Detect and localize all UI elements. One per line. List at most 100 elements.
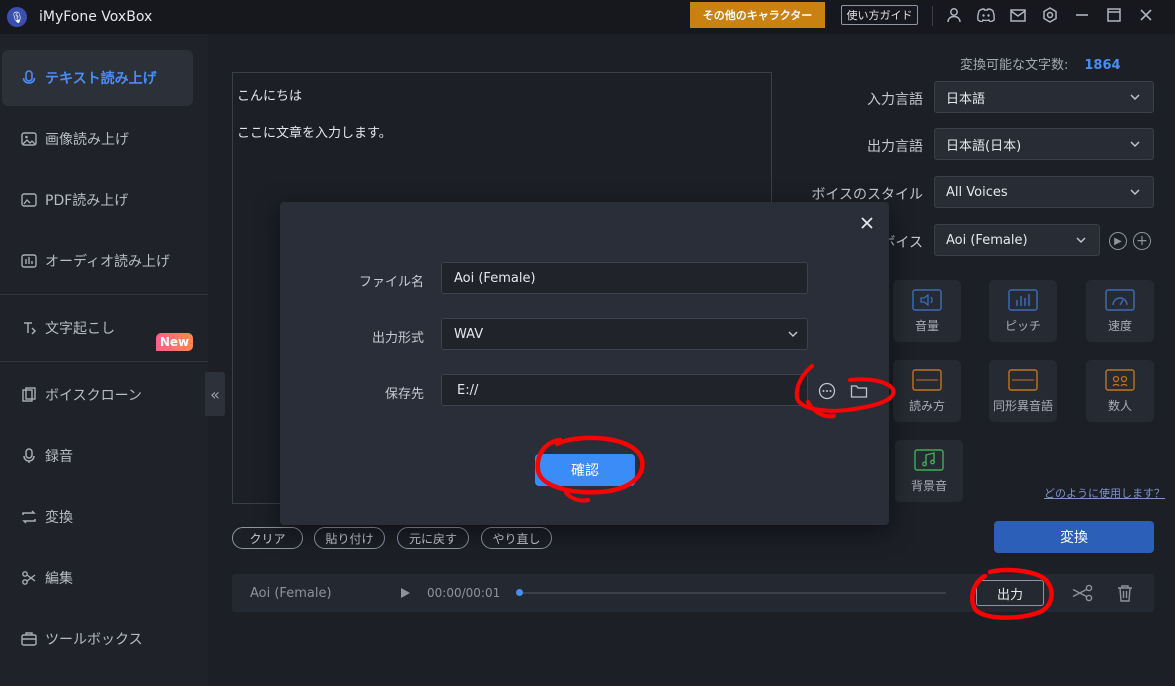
sidebar-item-pdf-reading[interactable]: PDF読み上げ <box>0 172 208 228</box>
sidebar-item-edit[interactable]: 編集 <box>0 550 208 606</box>
editor-line: こんにちは <box>237 89 303 104</box>
tile-reading[interactable]: 読み方 <box>893 360 961 422</box>
microphone-icon <box>20 448 37 465</box>
voice-select[interactable]: Aoi (Female) <box>934 224 1100 256</box>
user-icon[interactable] <box>943 4 965 26</box>
save-location-label: 保存先 <box>384 387 424 402</box>
export-dialog: ファイル名 Aoi (Female) 出力形式 WAV 保存先 E:// 確認 <box>280 202 889 525</box>
character-counter: 変換可能な文字数: 1864 <box>960 54 1121 73</box>
sidebar-item-text-to-speech[interactable]: テキスト読み上げ <box>2 50 193 106</box>
preview-play-icon[interactable]: ▶ <box>1109 232 1127 250</box>
voice-clone-icon <box>20 387 37 404</box>
convert-button[interactable]: 変換 <box>994 521 1154 553</box>
tile-label: 読み方 <box>908 398 945 413</box>
undo-button[interactable]: 元に戻す <box>397 527 469 549</box>
save-location-input[interactable]: E:// <box>441 374 808 406</box>
export-button[interactable]: 出力 <box>976 580 1044 606</box>
app-title: iMyFone VoxBox <box>39 9 153 25</box>
tile-background-music[interactable]: 背景音 <box>895 440 963 502</box>
more-options-icon[interactable] <box>818 382 836 400</box>
sidebar-item-toolbox[interactable]: ツールボックス <box>0 611 208 667</box>
number-icon <box>1105 368 1135 391</box>
counter-label: 変換可能な文字数: <box>960 58 1069 73</box>
music-icon <box>914 448 944 471</box>
progress-handle[interactable] <box>516 589 523 596</box>
minimize-icon[interactable] <box>1071 4 1093 26</box>
guide-button[interactable]: 使い方ガイド <box>841 5 918 25</box>
sidebar-item-recording[interactable]: 録音 <box>0 428 208 484</box>
maximize-icon[interactable] <box>1103 4 1125 26</box>
how-to-use-link[interactable]: どのように使用します？ <box>1044 485 1165 501</box>
sidebar-divider <box>0 294 208 295</box>
convert-icon <box>20 509 37 526</box>
sidebar-item-label: 変換 <box>45 510 73 526</box>
voice-style-value: All Voices <box>946 184 1008 200</box>
folder-icon[interactable] <box>850 382 868 400</box>
reading-icon <box>912 368 942 391</box>
new-badge: New <box>156 333 193 351</box>
image-icon <box>20 131 37 148</box>
voice-value: Aoi (Female) <box>946 232 1028 248</box>
voice-style-select[interactable]: All Voices <box>934 176 1154 208</box>
tile-homograph[interactable]: 同形異音語 <box>989 360 1057 422</box>
chevron-down-icon <box>1130 94 1140 101</box>
tile-pitch[interactable]: ピッチ <box>989 280 1057 342</box>
progress-track[interactable] <box>520 592 946 594</box>
player-voice-name: Aoi (Female) <box>250 586 332 601</box>
format-select[interactable]: WAV <box>441 318 808 350</box>
sidebar-item-label: PDF読み上げ <box>45 193 129 209</box>
mail-icon[interactable] <box>1007 4 1029 26</box>
pitch-icon <box>1008 288 1038 311</box>
scissors-icon <box>20 570 37 587</box>
close-icon[interactable] <box>1135 4 1157 26</box>
editor-line: ここに文章を入力します。 <box>237 126 392 141</box>
tile-label: 速度 <box>1107 318 1132 333</box>
sidebar-item-audio-reading[interactable]: オーディオ読み上げ <box>0 233 208 289</box>
sidebar-item-label: オーディオ読み上げ <box>45 254 171 270</box>
chevron-down-icon <box>1076 237 1086 244</box>
sidebar-item-label: テキスト読み上げ <box>45 71 157 87</box>
file-name-input[interactable]: Aoi (Female) <box>441 262 808 294</box>
paste-button[interactable]: 貼り付け <box>314 527 385 549</box>
double-chevron-left-icon: « <box>210 384 220 404</box>
sidebar-item-voice-clone[interactable]: ボイスクローン <box>0 367 208 423</box>
tile-speed[interactable]: 速度 <box>1086 280 1154 342</box>
save-location-value: E:// <box>457 382 479 398</box>
volume-icon <box>912 288 942 311</box>
sidebar-item-convert[interactable]: 変換 <box>0 489 208 545</box>
sidebar-divider <box>0 361 208 362</box>
output-language-label: 出力言語 <box>867 139 923 155</box>
trash-icon[interactable] <box>1117 584 1135 602</box>
discord-icon[interactable] <box>975 4 997 26</box>
collapse-sidebar-button[interactable]: « <box>205 372 225 416</box>
audio-file-icon <box>20 253 37 270</box>
add-voice-icon[interactable]: + <box>1133 232 1151 250</box>
output-language-select[interactable]: 日本語(日本) <box>934 128 1154 160</box>
titlebar-divider <box>932 6 933 26</box>
settings-icon[interactable] <box>1039 4 1061 26</box>
sidebar-item-label: ボイスクローン <box>45 388 142 404</box>
file-name-value: Aoi (Female) <box>454 270 536 286</box>
play-icon[interactable] <box>400 587 411 599</box>
redo-button[interactable]: やり直し <box>481 527 552 549</box>
cut-icon[interactable] <box>1071 583 1095 603</box>
transcribe-icon <box>20 320 37 337</box>
tile-volume[interactable]: 音量 <box>893 280 961 342</box>
sidebar-item-image-reading[interactable]: 画像読み上げ <box>0 111 208 167</box>
tile-label: 音量 <box>914 318 939 333</box>
tile-number[interactable]: 数人 <box>1086 360 1154 422</box>
more-characters-button[interactable]: その他のキャラクター <box>690 2 825 28</box>
format-label: 出力形式 <box>371 331 424 346</box>
input-language-select[interactable]: 日本語 <box>934 81 1154 113</box>
tile-label: 数人 <box>1107 398 1132 413</box>
title-bar: 🎙 iMyFone VoxBox <box>0 0 1175 34</box>
pdf-icon <box>20 192 37 209</box>
format-value: WAV <box>454 326 484 342</box>
tile-label: 背景音 <box>910 478 947 493</box>
sidebar-item-label: 文字起こし <box>45 321 115 337</box>
clear-button[interactable]: クリア <box>232 527 303 549</box>
close-icon[interactable] <box>859 215 875 231</box>
sidebar-item-label: ツールボックス <box>45 632 143 648</box>
confirm-button[interactable]: 確認 <box>535 454 635 486</box>
chevron-down-icon <box>788 331 798 338</box>
